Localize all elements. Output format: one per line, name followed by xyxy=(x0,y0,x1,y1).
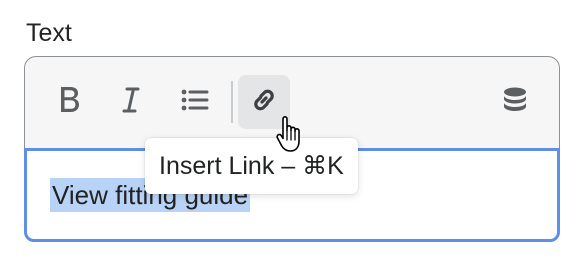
bulleted-list-icon xyxy=(180,87,210,118)
insert-link-tooltip: Insert Link – ⌘K xyxy=(145,138,358,194)
bold-button[interactable] xyxy=(43,75,95,129)
data-source-button[interactable] xyxy=(489,75,541,129)
tooltip-text: Insert Link – ⌘K xyxy=(159,152,344,180)
database-icon xyxy=(500,85,530,120)
link-icon xyxy=(249,85,279,120)
bold-icon xyxy=(54,83,84,122)
italic-icon xyxy=(118,84,144,121)
hand-pointer-icon xyxy=(275,116,305,161)
bulleted-list-button[interactable] xyxy=(169,75,221,129)
toolbar-separator xyxy=(231,81,233,123)
italic-button[interactable] xyxy=(105,75,157,129)
field-label: Text xyxy=(26,19,72,47)
